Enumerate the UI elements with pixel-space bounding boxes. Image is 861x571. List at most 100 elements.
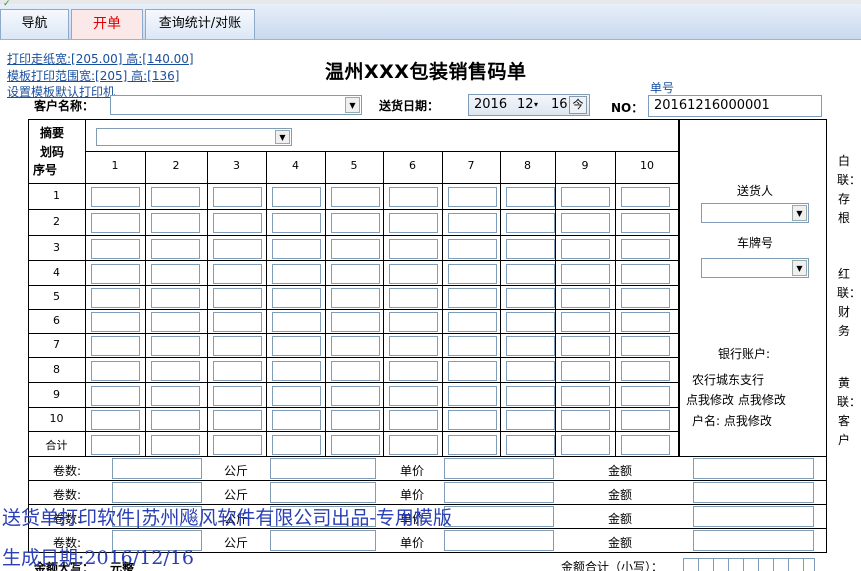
code-cell[interactable] <box>213 336 262 356</box>
paper-size-link[interactable]: 打印走纸宽:[205.00] 高:[140.00] <box>7 50 194 67</box>
tab-query-stats[interactable]: 查询统计/对账 <box>145 9 255 39</box>
code-cell[interactable] <box>91 288 140 308</box>
code-cell[interactable] <box>91 435 140 455</box>
code-cell[interactable] <box>506 360 555 381</box>
code-cell[interactable] <box>91 336 140 356</box>
code-cell[interactable] <box>272 360 321 381</box>
code-cell[interactable] <box>91 385 140 406</box>
code-cell[interactable] <box>272 238 321 259</box>
code-cell[interactable] <box>506 213 555 233</box>
bank-account[interactable]: 点我修改 点我修改 <box>686 391 786 408</box>
code-cell[interactable] <box>621 238 670 259</box>
code-cell[interactable] <box>621 312 670 332</box>
code-cell[interactable] <box>151 312 200 332</box>
code-cell[interactable] <box>621 360 670 381</box>
code-cell[interactable] <box>389 336 438 356</box>
code-cell[interactable] <box>561 336 610 356</box>
code-cell[interactable] <box>621 435 670 455</box>
code-cell[interactable] <box>213 360 262 381</box>
amount-field[interactable] <box>693 506 814 527</box>
code-cell[interactable] <box>272 312 321 332</box>
code-cell[interactable] <box>448 336 497 356</box>
code-cell[interactable] <box>213 435 262 455</box>
code-cell[interactable] <box>272 187 321 207</box>
code-cell[interactable] <box>272 385 321 406</box>
code-cell[interactable] <box>151 360 200 381</box>
date-month[interactable]: 12 <box>517 95 534 115</box>
code-cell[interactable] <box>506 263 555 284</box>
code-cell[interactable] <box>151 187 200 207</box>
code-cell[interactable] <box>331 238 380 259</box>
code-cell[interactable] <box>506 385 555 406</box>
code-cell[interactable] <box>506 238 555 259</box>
code-cell[interactable] <box>389 410 438 430</box>
rolls-field[interactable] <box>112 458 202 479</box>
code-cell[interactable] <box>272 213 321 233</box>
deliverer-select[interactable]: ▼ <box>701 203 809 223</box>
code-cell[interactable] <box>448 263 497 284</box>
code-cell[interactable] <box>213 238 262 259</box>
code-cell[interactable] <box>389 360 438 381</box>
weight-field[interactable] <box>270 458 376 479</box>
code-cell[interactable] <box>151 213 200 233</box>
price-field[interactable] <box>444 458 554 479</box>
code-cell[interactable] <box>272 410 321 430</box>
code-cell[interactable] <box>448 385 497 406</box>
code-cell[interactable] <box>448 410 497 430</box>
code-cell[interactable] <box>621 288 670 308</box>
code-cell[interactable] <box>561 288 610 308</box>
code-cell[interactable] <box>272 435 321 455</box>
code-cell[interactable] <box>389 187 438 207</box>
chevron-down-icon[interactable]: ▼ <box>792 205 807 221</box>
today-button[interactable]: 今 <box>569 96 587 114</box>
code-cell[interactable] <box>213 410 262 430</box>
weight-field[interactable] <box>270 482 376 503</box>
code-cell[interactable] <box>448 238 497 259</box>
code-cell[interactable] <box>389 238 438 259</box>
chevron-down-icon[interactable]: ▼ <box>345 97 360 113</box>
code-cell[interactable] <box>331 360 380 381</box>
code-cell[interactable] <box>151 435 200 455</box>
summary-select[interactable]: ▼ <box>96 128 292 146</box>
code-cell[interactable] <box>506 435 555 455</box>
amount-field[interactable] <box>693 458 814 479</box>
code-cell[interactable] <box>213 385 262 406</box>
code-cell[interactable] <box>91 360 140 381</box>
code-cell[interactable] <box>91 263 140 284</box>
code-cell[interactable] <box>331 385 380 406</box>
code-cell[interactable] <box>561 435 610 455</box>
code-cell[interactable] <box>506 312 555 332</box>
code-cell[interactable] <box>506 187 555 207</box>
code-cell[interactable] <box>91 312 140 332</box>
code-cell[interactable] <box>331 336 380 356</box>
code-cell[interactable] <box>331 263 380 284</box>
code-cell[interactable] <box>621 213 670 233</box>
code-cell[interactable] <box>448 312 497 332</box>
order-no-field[interactable]: 20161216000001 <box>648 95 822 117</box>
code-cell[interactable] <box>561 213 610 233</box>
date-spin-icon[interactable]: ▾ <box>534 95 538 115</box>
price-field[interactable] <box>444 530 554 551</box>
tab-new-order[interactable]: 开单 <box>71 9 143 39</box>
delivery-date-picker[interactable]: 2016 12 ▾ 16 今 <box>468 94 590 116</box>
code-cell[interactable] <box>621 263 670 284</box>
code-cell[interactable] <box>561 187 610 207</box>
code-cell[interactable] <box>213 312 262 332</box>
code-cell[interactable] <box>561 263 610 284</box>
code-cell[interactable] <box>151 263 200 284</box>
weight-field[interactable] <box>270 530 376 551</box>
price-field[interactable] <box>444 482 554 503</box>
code-cell[interactable] <box>213 263 262 284</box>
code-cell[interactable] <box>272 288 321 308</box>
code-cell[interactable] <box>331 213 380 233</box>
code-cell[interactable] <box>331 435 380 455</box>
code-cell[interactable] <box>389 263 438 284</box>
code-cell[interactable] <box>151 238 200 259</box>
code-cell[interactable] <box>389 213 438 233</box>
code-cell[interactable] <box>621 385 670 406</box>
code-cell[interactable] <box>448 187 497 207</box>
code-cell[interactable] <box>151 336 200 356</box>
code-cell[interactable] <box>151 410 200 430</box>
template-range-link[interactable]: 模板打印范围宽:[205] 高:[136] <box>7 67 179 84</box>
date-day[interactable]: 16 <box>551 95 568 115</box>
